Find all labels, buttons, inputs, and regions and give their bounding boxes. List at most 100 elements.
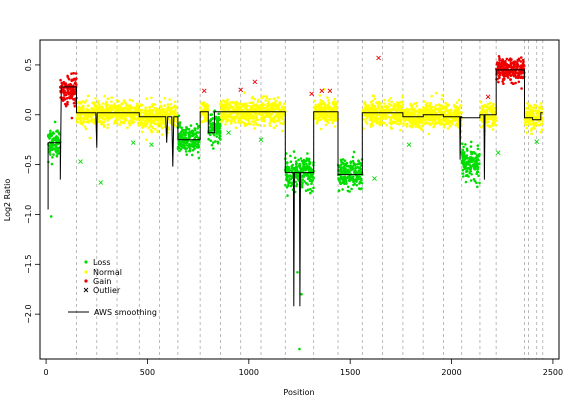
data-point xyxy=(200,101,204,105)
data-point xyxy=(343,162,347,166)
legend-label: Loss xyxy=(93,258,111,267)
data-point xyxy=(384,116,388,120)
data-point xyxy=(355,180,358,183)
data-point xyxy=(158,117,162,121)
data-point xyxy=(488,109,492,113)
data-point xyxy=(501,71,504,74)
data-point xyxy=(63,97,67,101)
data-point xyxy=(343,159,347,162)
data-point xyxy=(299,157,303,160)
data-point xyxy=(106,123,110,126)
data-point xyxy=(272,97,276,100)
data-point xyxy=(285,165,289,168)
data-point xyxy=(398,109,402,113)
data-point xyxy=(431,122,434,125)
data-point xyxy=(163,96,167,100)
data-point xyxy=(526,102,529,105)
data-point xyxy=(52,137,55,140)
data-point xyxy=(78,109,81,113)
data-point xyxy=(369,100,373,104)
data-point xyxy=(206,106,209,110)
data-point xyxy=(115,121,119,125)
data-point xyxy=(530,122,534,126)
data-point xyxy=(135,103,139,106)
data-point xyxy=(274,99,278,103)
data-point xyxy=(145,138,148,142)
data-point xyxy=(475,161,479,164)
data-point xyxy=(70,116,74,120)
data-point xyxy=(250,101,254,105)
y-tick-label: −0.5 xyxy=(24,155,33,174)
data-point xyxy=(126,126,129,130)
data-point xyxy=(83,125,87,128)
data-point xyxy=(245,114,249,118)
data-point xyxy=(120,101,124,105)
data-point xyxy=(294,166,298,169)
data-point xyxy=(298,347,301,351)
data-point xyxy=(514,75,518,78)
data-point xyxy=(443,117,447,120)
data-point xyxy=(159,125,163,128)
data-point xyxy=(235,104,238,107)
data-point xyxy=(59,78,62,82)
data-point xyxy=(346,176,350,179)
data-point xyxy=(416,113,419,116)
data-point xyxy=(483,104,487,108)
data-point xyxy=(409,121,413,125)
data-point xyxy=(371,94,375,97)
data-point xyxy=(173,100,177,104)
data-point xyxy=(358,169,362,172)
data-point xyxy=(155,117,158,121)
data-point xyxy=(275,119,279,123)
data-point xyxy=(197,124,200,128)
data-point xyxy=(279,108,283,112)
data-point xyxy=(438,115,441,119)
data-point xyxy=(211,117,214,120)
data-point xyxy=(103,118,106,121)
data-point xyxy=(374,108,378,111)
data-point xyxy=(535,123,538,127)
legend-swatch xyxy=(84,270,88,274)
data-point xyxy=(509,59,512,62)
data-point xyxy=(291,163,295,167)
data-point xyxy=(48,150,52,154)
data-point xyxy=(395,101,399,104)
data-point xyxy=(479,100,483,104)
data-point xyxy=(251,95,254,99)
data-point xyxy=(239,116,243,120)
data-point xyxy=(476,166,480,169)
data-point xyxy=(166,103,170,106)
data-point xyxy=(469,179,473,182)
data-point xyxy=(110,100,113,103)
data-point xyxy=(533,103,536,107)
data-point xyxy=(517,80,521,84)
data-point xyxy=(285,178,288,181)
legend-label: AWS smoothing xyxy=(94,308,157,317)
data-point xyxy=(173,109,177,112)
data-point xyxy=(297,158,300,162)
x-tick-label: 0 xyxy=(44,368,49,377)
data-point xyxy=(468,163,471,166)
data-point xyxy=(127,120,131,124)
data-point xyxy=(498,57,501,60)
data-point xyxy=(476,185,479,189)
data-point xyxy=(307,157,311,161)
data-point xyxy=(72,98,75,101)
data-point xyxy=(83,101,87,104)
data-point xyxy=(210,128,213,132)
data-point xyxy=(92,122,96,125)
data-point xyxy=(177,142,181,146)
data-point xyxy=(242,121,245,124)
legend-label: Outlier xyxy=(93,286,121,295)
data-point xyxy=(57,152,61,155)
data-point xyxy=(288,177,292,181)
data-point xyxy=(295,162,298,165)
data-point xyxy=(227,118,230,122)
data-point xyxy=(478,152,481,156)
data-point xyxy=(50,144,53,148)
data-point xyxy=(330,113,333,117)
data-point xyxy=(333,125,337,128)
data-point xyxy=(354,163,357,167)
data-point xyxy=(269,117,272,120)
data-point xyxy=(196,146,200,149)
